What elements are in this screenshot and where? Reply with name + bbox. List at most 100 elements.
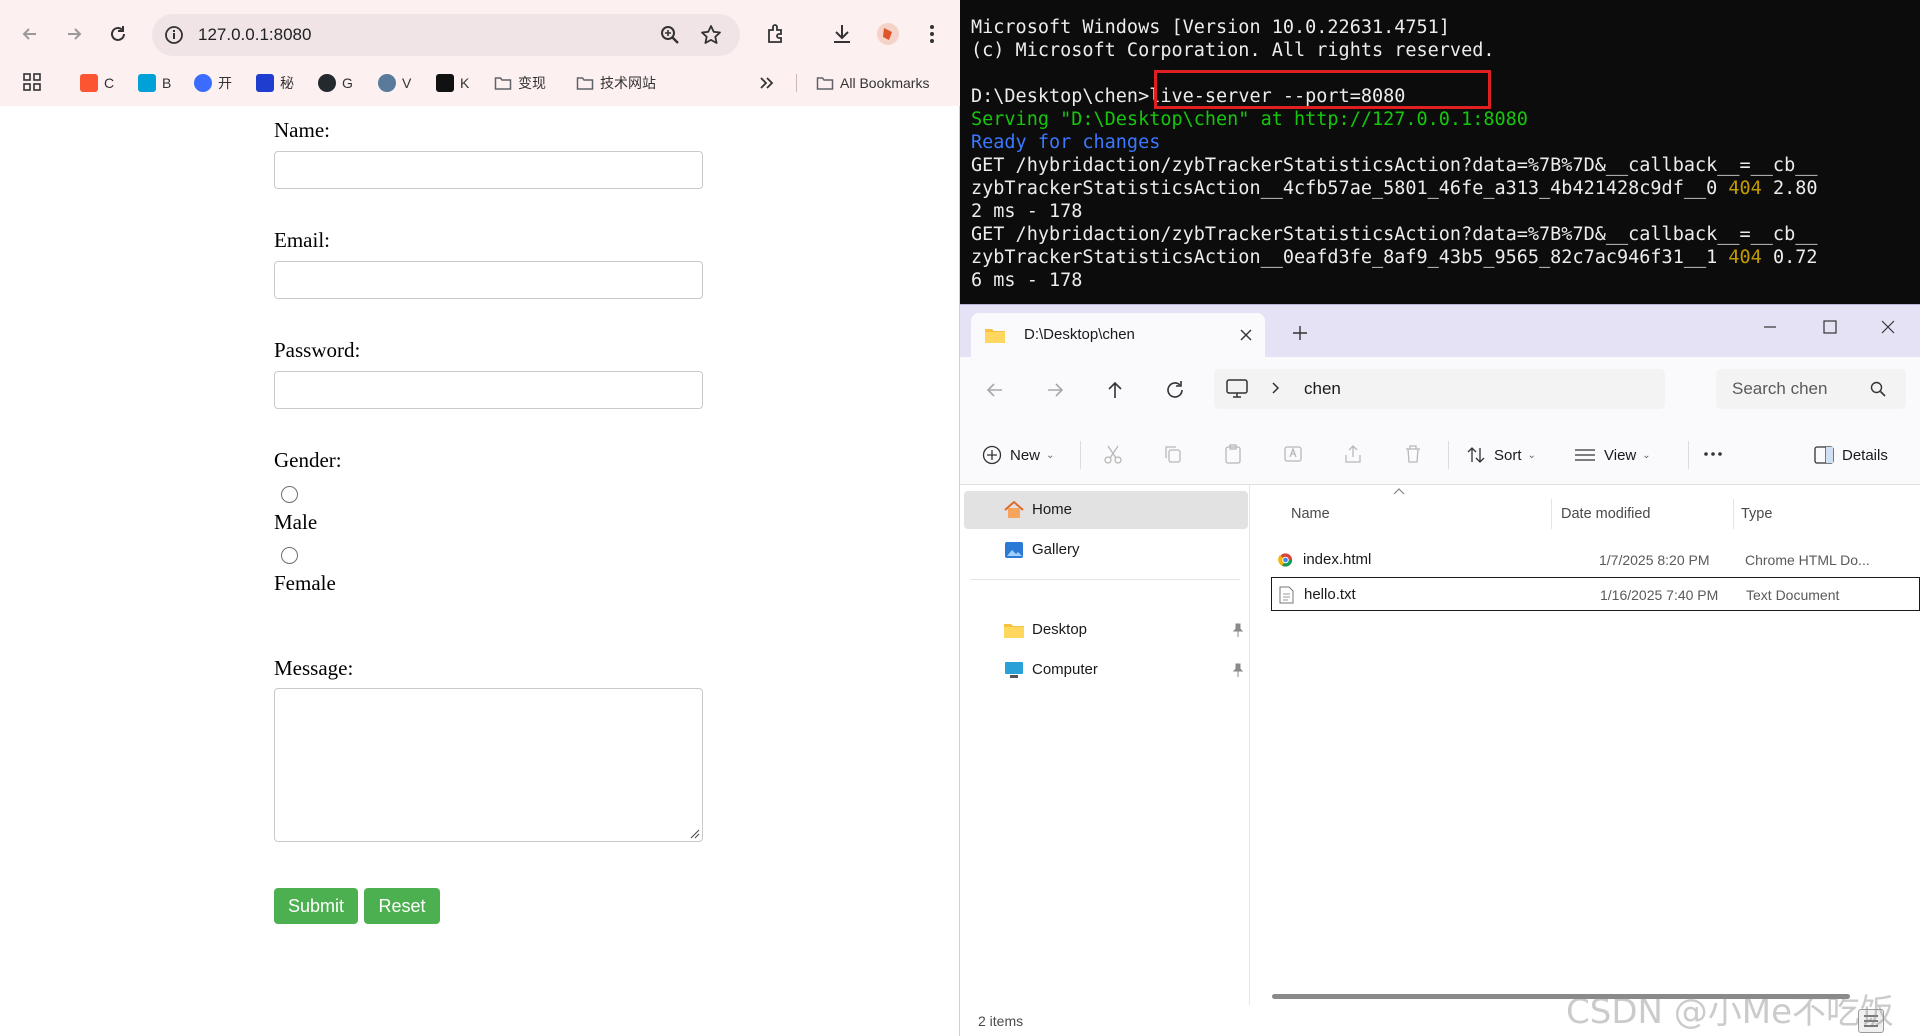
view-button[interactable]: View ⌄	[1574, 443, 1651, 467]
bookmark-bilibili[interactable]: B	[138, 72, 171, 94]
copy-icon[interactable]	[1162, 443, 1184, 465]
password-input[interactable]	[274, 371, 703, 409]
column-header-name[interactable]: Name	[1291, 506, 1330, 522]
plus-icon[interactable]	[1292, 325, 1308, 341]
name-input[interactable]	[274, 151, 703, 189]
nav-item-gallery[interactable]: Gallery	[964, 531, 1248, 569]
chevron-down-icon: ⌄	[1642, 449, 1651, 461]
all-bookmarks-button[interactable]: All Bookmarks	[816, 72, 929, 94]
details-pane-icon	[1814, 446, 1834, 464]
close-icon[interactable]	[1239, 328, 1253, 342]
reload-button[interactable]	[102, 18, 134, 50]
bookmark-folder-bianxian[interactable]: 变现	[494, 72, 546, 94]
apps-grid-icon[interactable]	[22, 72, 42, 92]
back-button[interactable]	[14, 18, 46, 50]
file-type: Text Document	[1746, 587, 1840, 603]
submit-button[interactable]: Submit	[274, 888, 358, 924]
pin-icon[interactable]	[1232, 623, 1244, 637]
bookmark-k[interactable]: K	[436, 72, 469, 94]
bookmark-star-icon[interactable]	[700, 24, 722, 46]
explorer-tab[interactable]: D:\Desktop\chen	[971, 313, 1265, 357]
bookmark-github[interactable]: G	[318, 72, 353, 94]
minimize-icon[interactable]	[1760, 317, 1780, 337]
gender-label: Gender:	[274, 448, 342, 472]
chevron-down-icon: ⌄	[1046, 449, 1055, 461]
navigation-pane: Home Gallery Desktop Computer	[960, 485, 1250, 1005]
search-logo-icon	[194, 74, 212, 92]
male-label: Male	[274, 510, 318, 534]
folder-icon	[494, 77, 512, 90]
paste-icon[interactable]	[1222, 443, 1244, 465]
csdn-logo-icon	[80, 74, 98, 92]
bookmark-csdn[interactable]: C	[80, 72, 114, 94]
rename-icon[interactable]	[1282, 443, 1304, 465]
file-row-selected[interactable]: hello.txt 1/16/2025 7:40 PM Text Documen…	[1271, 577, 1920, 611]
bookmarks-bar: C B 开 秘 G V K 变现 技术网站 All Bookmarks	[0, 68, 960, 96]
terminal-ready-line: Ready for changes	[971, 132, 1161, 153]
status-code: 404	[1728, 178, 1762, 199]
url-text[interactable]: 127.0.0.1:8080	[198, 25, 311, 45]
name-label: Name:	[274, 118, 330, 142]
file-row[interactable]: index.html 1/7/2025 8:20 PM Chrome HTML …	[1271, 543, 1920, 577]
terminal-line: (c) Microsoft Corporation. All rights re…	[971, 40, 1495, 61]
extensions-icon[interactable]	[764, 22, 788, 46]
forward-button[interactable]	[58, 18, 90, 50]
browser-window: 127.0.0.1:8080 C B 开 秘 G V K 变现 技术网站 All…	[0, 0, 960, 1036]
close-window-icon[interactable]	[1878, 317, 1898, 337]
pin-icon[interactable]	[1232, 663, 1244, 677]
text-file-icon	[1279, 586, 1294, 604]
nav-item-home[interactable]: Home	[964, 491, 1248, 529]
bookmark-kai[interactable]: 开	[194, 72, 232, 94]
profile-avatar-icon[interactable]	[876, 22, 900, 46]
maximize-icon[interactable]	[1820, 317, 1840, 337]
up-arrow-icon[interactable]	[1104, 379, 1126, 401]
download-icon[interactable]	[830, 22, 854, 46]
breadcrumb-chen[interactable]: chen	[1304, 379, 1341, 399]
refresh-icon[interactable]	[1164, 379, 1186, 401]
site-info-icon[interactable]	[164, 25, 184, 45]
gender-male-radio[interactable]	[281, 486, 298, 503]
terminal-line: 6 ms - 178	[971, 270, 1083, 291]
password-label: Password:	[274, 338, 361, 362]
command-divider	[1688, 441, 1689, 469]
resize-grip-icon[interactable]	[689, 828, 700, 839]
zoom-icon[interactable]	[660, 25, 680, 45]
command-divider	[1448, 441, 1449, 469]
address-path-bar[interactable]: chen	[1214, 369, 1665, 409]
bookmark-folder-tech-sites[interactable]: 技术网站	[576, 72, 656, 94]
reset-button[interactable]: Reset	[364, 888, 440, 924]
bookmark-v[interactable]: V	[378, 72, 411, 94]
column-header-type[interactable]: Type	[1741, 506, 1772, 522]
gender-female-radio[interactable]	[281, 547, 298, 564]
forward-arrow-icon[interactable]	[1044, 379, 1066, 401]
female-label: Female	[274, 571, 336, 595]
terminal-window: Microsoft Windows [Version 10.0.22631.47…	[960, 0, 1920, 304]
chevron-double-right-icon[interactable]	[758, 76, 774, 90]
email-input[interactable]	[274, 261, 703, 299]
back-arrow-icon[interactable]	[984, 379, 1006, 401]
nav-item-computer[interactable]: Computer	[964, 651, 1248, 689]
kebab-menu-icon[interactable]	[920, 22, 944, 46]
cut-icon[interactable]	[1102, 443, 1124, 465]
message-textarea[interactable]	[274, 688, 703, 842]
nav-item-desktop[interactable]: Desktop	[964, 611, 1248, 649]
new-button[interactable]: New ⌄	[982, 443, 1054, 467]
column-divider[interactable]	[1551, 499, 1552, 529]
address-bar[interactable]: 127.0.0.1:8080	[152, 14, 740, 56]
bookmarks-divider	[796, 74, 797, 92]
mountain-logo-icon	[256, 74, 274, 92]
share-icon[interactable]	[1342, 443, 1364, 465]
sort-button[interactable]: Sort ⌄	[1466, 443, 1536, 467]
delete-icon[interactable]	[1402, 443, 1424, 465]
more-options-icon[interactable]	[1702, 443, 1724, 465]
details-button[interactable]: Details	[1814, 443, 1888, 467]
bookmark-mi[interactable]: 秘	[256, 72, 294, 94]
folder-icon	[985, 329, 1005, 343]
column-header-date[interactable]: Date modified	[1561, 506, 1650, 522]
view-list-icon	[1575, 449, 1595, 461]
bilibili-logo-icon	[138, 74, 156, 92]
search-input[interactable]: Search chen	[1716, 369, 1906, 409]
column-divider[interactable]	[1733, 499, 1734, 529]
file-list: Name Date modified Type index.html 1/7/2…	[1251, 485, 1920, 1005]
chevron-right-icon[interactable]	[1270, 381, 1282, 395]
